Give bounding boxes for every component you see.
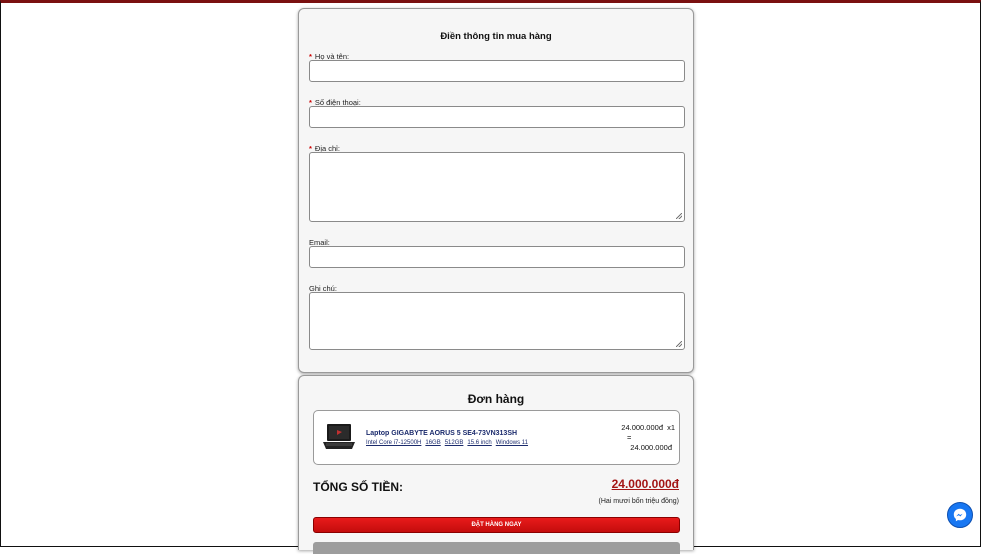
total-value: 24.000.000đ <box>611 477 679 491</box>
order-title: Đơn hàng <box>467 392 525 406</box>
item-line-total: 24.000.000đ <box>630 443 672 452</box>
equals-sign: = <box>627 433 632 442</box>
spec-cpu: Intel Core i7-12500H <box>366 440 422 446</box>
item-name[interactable]: Laptop GIGABYTE AORUS 5 SE4-73VN313SH <box>366 430 517 437</box>
phone-input[interactable] <box>309 106 685 128</box>
spec-screen: 15.6 inch <box>467 440 492 446</box>
resize-grip-icon[interactable] <box>676 341 682 347</box>
laptop-icon <box>322 423 356 451</box>
spec-storage: 512GB <box>444 440 464 446</box>
order-card: Đơn hàng Laptop GIGABYTE AORUS 5 SE4-73V… <box>298 375 694 554</box>
note-textarea[interactable] <box>309 292 685 350</box>
order-item: Laptop GIGABYTE AORUS 5 SE4-73VN313SH In… <box>313 410 680 465</box>
secondary-button[interactable] <box>313 542 680 554</box>
checkout-form-card: Điền thông tin mua hàng * Họ và tên: * Số … <box>298 8 694 373</box>
messenger-chat-button[interactable] <box>947 502 973 528</box>
messenger-icon <box>953 508 967 522</box>
spec-ram: 16GB <box>425 440 441 446</box>
spec-os: Windows 11 <box>495 440 529 446</box>
total-in-words: (Hai mươi bốn triệu đồng) <box>598 498 679 505</box>
address-textarea[interactable] <box>309 152 685 222</box>
total-label: TỔNG SỐ TIỀN: <box>313 480 403 494</box>
fullname-input[interactable] <box>309 60 685 82</box>
email-input[interactable] <box>309 246 685 268</box>
item-specs: Intel Core i7-12500H 16GB 512GB 15.6 inch Wi… <box>366 440 532 446</box>
item-price: 24.000.000đ <box>621 423 663 432</box>
resize-grip-icon[interactable] <box>676 213 682 219</box>
item-quantity: x1 <box>667 423 675 432</box>
place-order-button[interactable]: ĐẶT HÀNG NGAY <box>313 517 680 533</box>
form-title: Điền thông tin mua hàng <box>440 31 552 42</box>
